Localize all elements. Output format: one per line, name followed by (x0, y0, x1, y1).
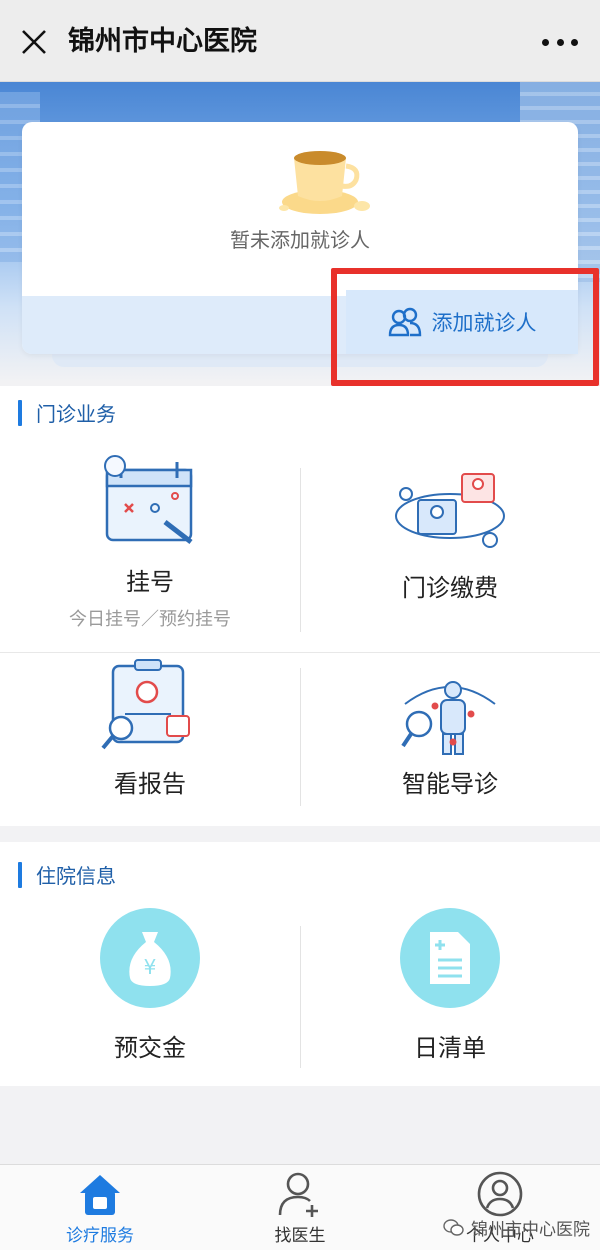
inpatient-section: 住院信息 ¥ 预交金 日清单 (0, 842, 600, 1086)
more-dot-icon (556, 38, 564, 46)
money-bag-icon: ¥ (129, 932, 171, 986)
empty-patient-text: 暂未添加就诊人 (230, 228, 370, 252)
report-clipboard-icon (101, 659, 190, 750)
close-icon (22, 30, 46, 54)
daily-list-tile[interactable]: 日清单 (300, 908, 600, 1063)
calendar-register-icon (104, 455, 193, 544)
add-user-icon (278, 1172, 318, 1217)
deposit-tile[interactable]: ¥ 预交金 (0, 908, 300, 1063)
outpatient-payment-tile[interactable]: 门诊缴费 (300, 470, 600, 603)
divider (0, 652, 600, 653)
tab-medical-service[interactable]: 诊疗服务 (40, 1171, 160, 1246)
tab-find-doctor-label: 找医生 (274, 1226, 326, 1246)
wechat-watermark: 锦州市中心医院 (443, 1215, 590, 1240)
deposit-label: 预交金 (114, 1034, 186, 1062)
more-dot-icon (542, 38, 549, 46)
register-sublabel: 今日挂号／预约挂号 (69, 609, 231, 630)
highlight-box (331, 268, 599, 386)
smart-guide-icon (401, 681, 496, 755)
outpatient-section: 门诊业务 挂号 今日挂号／预约挂号 门诊缴费 看报告 智能导诊 (0, 386, 600, 826)
inpatient-section-title: 住院信息 (18, 860, 116, 889)
deposit-icon-circle: ¥ (100, 908, 200, 1008)
document-list-icon (430, 932, 470, 984)
title-bar: 锦州市中心医院 (0, 0, 600, 82)
wechat-icon (443, 1218, 464, 1236)
outpatient-section-label: 门诊业务 (36, 402, 116, 426)
svg-text:¥: ¥ (144, 955, 157, 979)
bottom-tab-bar: 诊疗服务 找医生 个人中心 锦州市中心医院 (0, 1164, 600, 1250)
user-circle-icon (477, 1171, 523, 1217)
page-title: 锦州市中心医院 (68, 26, 257, 57)
register-label: 挂号 (126, 568, 174, 596)
payment-network-icon (395, 473, 505, 548)
more-dot-icon (571, 38, 578, 46)
tab-find-doctor[interactable]: 找医生 (240, 1171, 360, 1246)
home-icon (80, 1175, 120, 1215)
outpatient-payment-label: 门诊缴费 (402, 574, 498, 602)
view-report-tile[interactable]: 看报告 (0, 658, 300, 799)
close-button[interactable] (14, 22, 54, 62)
section-accent-bar (18, 861, 22, 888)
daily-list-label: 日清单 (414, 1034, 486, 1062)
smart-guide-label: 智能导诊 (402, 770, 498, 798)
outpatient-section-title: 门诊业务 (18, 398, 116, 427)
smart-guide-tile[interactable]: 智能导诊 (300, 676, 600, 799)
register-tile[interactable]: 挂号 今日挂号／预约挂号 (0, 452, 300, 631)
coffee-cup-icon (279, 151, 370, 214)
watermark-text: 锦州市中心医院 (471, 1220, 590, 1240)
section-accent-bar (18, 399, 22, 426)
more-button[interactable] (538, 22, 582, 62)
inpatient-section-label: 住院信息 (36, 864, 116, 888)
view-report-label: 看报告 (114, 770, 186, 798)
tab-medical-service-label: 诊疗服务 (66, 1226, 134, 1246)
daily-list-icon-circle (400, 908, 500, 1008)
